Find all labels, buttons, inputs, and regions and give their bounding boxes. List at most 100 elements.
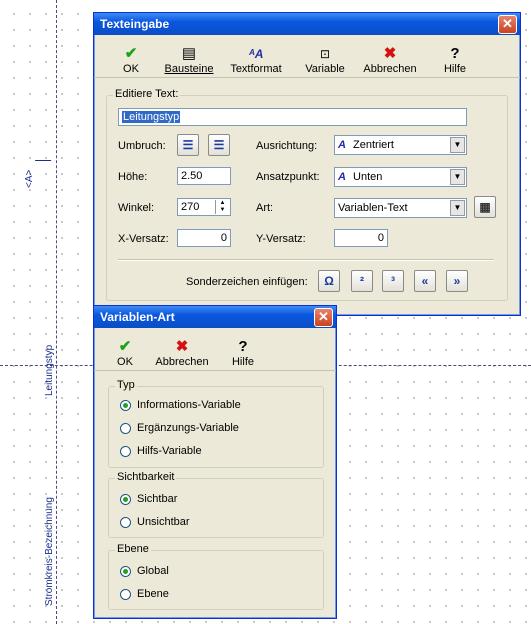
chevron-down-icon[interactable]: ▼: [450, 200, 465, 216]
radio-dot[interactable]: [120, 493, 131, 505]
ebene-group: Ebene: [108, 543, 324, 610]
texteingabe-dialog: Texteingabe ✕ ✔ OK ▤ Bausteine ᴬA Textfo…: [93, 12, 521, 316]
ansatzpunkt-select[interactable]: A Unten ▼: [334, 167, 467, 187]
close-icon: ✕: [502, 16, 513, 31]
hoehe-input[interactable]: 2.50: [177, 167, 231, 185]
abbrechen-button[interactable]: ✖ Abbrechen: [362, 45, 418, 75]
sonderzeichen-label: Sonderzeichen einfügen:: [186, 276, 308, 288]
edit-text-value: Leitungstyp: [122, 111, 181, 123]
texteingabe-titlebar[interactable]: Texteingabe ✕: [94, 13, 520, 35]
art-value: Variablen-Text: [338, 202, 408, 214]
ok-label: OK: [123, 63, 139, 75]
blocks-icon: ▤: [181, 45, 197, 62]
close-button[interactable]: ✕: [498, 15, 517, 34]
radio-label: Ebene: [137, 588, 169, 600]
bausteine-label: Bausteine: [164, 63, 214, 75]
canvas-label-top: <A>: [24, 169, 35, 188]
close-button[interactable]: ✕: [314, 308, 333, 327]
canvas-tick-mark: [34, 150, 58, 161]
ok-button[interactable]: ✔ OK: [112, 338, 138, 368]
insert-superscript3-button[interactable]: ³: [382, 270, 404, 292]
ausrichtung-select[interactable]: A Zentriert ▼: [334, 135, 467, 155]
textformat-button[interactable]: ᴬA Textformat: [228, 45, 284, 75]
help-icon: ?: [238, 338, 248, 355]
y-versatz-value: 0: [377, 232, 384, 244]
radio-label: Ergänzungs-Variable: [137, 422, 239, 434]
radio-label: Informations-Variable: [137, 399, 241, 411]
insert-omega-button[interactable]: Ω: [318, 270, 340, 292]
checkmark-icon: ✔: [124, 45, 138, 62]
radio-dot[interactable]: [120, 565, 131, 577]
abbrechen-button[interactable]: ✖ Abbrechen: [154, 338, 210, 368]
insert-superscript2-button[interactable]: ²: [351, 270, 373, 292]
hoehe-label: Höhe:: [118, 171, 148, 183]
radio-global[interactable]: Global: [120, 565, 169, 577]
variablen-art-toolbar: ✔ OK ✖ Abbrechen ? Hilfe: [94, 328, 336, 371]
hilfe-label: Hilfe: [231, 356, 254, 368]
radio-dot[interactable]: [120, 588, 131, 600]
y-versatz-label: Y-Versatz:: [256, 233, 306, 245]
radio-hilfs-variable[interactable]: Hilfs-Variable: [120, 445, 202, 457]
anchor-point-icon: A: [338, 171, 346, 183]
texteingabe-title: Texteingabe: [100, 17, 170, 31]
abbrechen-label: Abbrechen: [155, 356, 209, 368]
chevron-down-icon[interactable]: ▼: [450, 169, 465, 185]
hilfe-button[interactable]: ? Hilfe: [228, 338, 258, 368]
text-format-icon: ᴬA: [248, 47, 264, 61]
wrap-down-button[interactable]: ☰: [208, 134, 230, 156]
variablen-art-titlebar[interactable]: Variablen-Art ✕: [94, 306, 336, 328]
radio-ergaenzungs-variable[interactable]: Ergänzungs-Variable: [120, 422, 239, 434]
ansatzpunkt-label: Ansatzpunkt:: [256, 171, 320, 183]
ok-label: OK: [117, 356, 133, 368]
variable-label: Variable: [305, 63, 345, 75]
right-guillemet-label: »: [453, 274, 461, 288]
x-versatz-value: 0: [220, 232, 227, 244]
x-versatz-label: X-Versatz:: [118, 233, 169, 245]
insert-left-guillemet-button[interactable]: «: [414, 270, 436, 292]
wrap-up-button[interactable]: ☰: [177, 134, 199, 156]
canvas-label-leitungstyp: Leitungstyp: [44, 344, 55, 396]
radio-dot[interactable]: [120, 516, 131, 528]
insert-right-guillemet-button[interactable]: »: [446, 270, 468, 292]
typ-group-label: Typ: [115, 379, 137, 391]
radio-dot[interactable]: [120, 399, 131, 411]
cancel-x-icon: ✖: [383, 45, 397, 62]
ansatzpunkt-value: Unten: [353, 171, 383, 183]
wrap-up-icon: ☰: [182, 138, 194, 152]
variable-button[interactable]: ⊡ Variable: [304, 45, 346, 75]
sichtbarkeit-group: Sichtbarkeit: [108, 471, 324, 538]
x-versatz-input[interactable]: 0: [177, 229, 231, 247]
canvas-label-stromkreis: Stromkreis-Bezeichnung: [44, 497, 55, 606]
chevron-down-icon[interactable]: ▼: [450, 137, 465, 153]
left-guillemet-label: «: [421, 274, 429, 288]
edit-text-input[interactable]: Leitungstyp: [118, 108, 467, 126]
radio-label: Unsichtbar: [137, 516, 190, 528]
canvas-vertical-guide: [56, 0, 57, 624]
ausrichtung-label: Ausrichtung:: [256, 140, 318, 152]
variablen-art-dialog: Variablen-Art ✕ ✔ OK ✖ Abbrechen ? Hilfe…: [93, 305, 337, 619]
winkel-value: 270: [181, 201, 200, 213]
abbrechen-label: Abbrechen: [363, 63, 417, 75]
texteingabe-toolbar: ✔ OK ▤ Bausteine ᴬA Textformat ⊡ Variabl…: [94, 35, 520, 78]
ok-button[interactable]: ✔ OK: [118, 45, 144, 75]
sichtbarkeit-group-label: Sichtbarkeit: [115, 471, 177, 483]
properties-button[interactable]: ▦: [474, 196, 496, 218]
winkel-label: Winkel:: [118, 202, 155, 214]
bausteine-button[interactable]: ▤ Bausteine: [164, 45, 214, 75]
properties-icon: ▦: [479, 200, 491, 214]
radio-ebene[interactable]: Ebene: [120, 588, 169, 600]
art-select[interactable]: Variablen-Text ▼: [334, 198, 467, 218]
winkel-input[interactable]: 270 ▲ ▼: [177, 198, 231, 216]
spinner-icon[interactable]: ▲ ▼: [215, 200, 229, 214]
hilfe-button[interactable]: ? Hilfe: [438, 45, 472, 75]
radio-sichtbar[interactable]: Sichtbar: [120, 493, 177, 505]
ausrichtung-value: Zentriert: [353, 139, 394, 151]
radio-dot[interactable]: [120, 445, 131, 457]
y-versatz-input[interactable]: 0: [334, 229, 388, 247]
radio-dot[interactable]: [120, 422, 131, 434]
checkmark-icon: ✔: [118, 338, 132, 355]
superscript2-label: ²: [360, 274, 364, 288]
radio-unsichtbar[interactable]: Unsichtbar: [120, 516, 190, 528]
radio-informations-variable[interactable]: Informations-Variable: [120, 399, 241, 411]
wrap-down-icon: ☰: [213, 138, 225, 152]
